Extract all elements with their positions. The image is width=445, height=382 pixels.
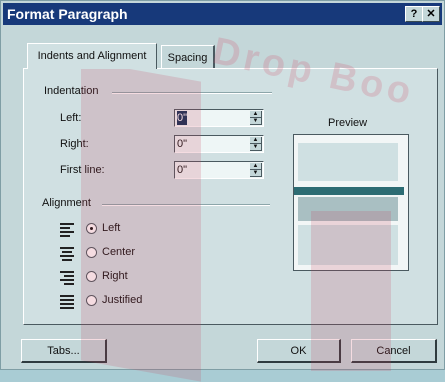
help-button[interactable]: ? bbox=[405, 6, 423, 22]
right-indent-input[interactable] bbox=[177, 137, 247, 151]
radio-label-justified: Justified bbox=[102, 294, 143, 306]
tab-label: Spacing bbox=[167, 52, 208, 64]
align-center-icon bbox=[60, 246, 74, 261]
preview-current-paragraph-lines bbox=[298, 197, 398, 221]
tab-indents-and-alignment[interactable]: Indents and Alignment bbox=[27, 43, 157, 69]
left-indent-spinner[interactable]: ▲ ▼ bbox=[174, 109, 264, 127]
tab-spacing[interactable]: Spacing bbox=[161, 45, 215, 69]
radio-justified[interactable] bbox=[86, 295, 97, 306]
radio-center[interactable] bbox=[86, 247, 97, 258]
spin-buttons[interactable]: ▲ ▼ bbox=[250, 111, 262, 125]
tabs-button[interactable]: Tabs... bbox=[21, 339, 107, 363]
indentation-heading: Indentation bbox=[44, 85, 99, 97]
spin-down-icon[interactable]: ▼ bbox=[250, 144, 262, 151]
title-bar: Format Paragraph ? ✕ bbox=[3, 3, 442, 25]
spin-buttons[interactable]: ▲ ▼ bbox=[250, 137, 262, 151]
first-line-label: First line: bbox=[60, 164, 105, 176]
radio-label-right: Right bbox=[102, 270, 128, 282]
right-label: Right: bbox=[60, 138, 89, 150]
preview-following-text bbox=[298, 225, 398, 265]
align-justify-icon bbox=[60, 294, 74, 309]
alignment-divider bbox=[102, 204, 270, 206]
cancel-button[interactable]: Cancel bbox=[351, 339, 437, 363]
left-indent-input[interactable] bbox=[177, 111, 187, 125]
preview-preceding-text bbox=[298, 143, 398, 181]
format-paragraph-dialog: Format Paragraph ? ✕ Indents and Alignme… bbox=[0, 0, 445, 382]
spin-up-icon[interactable]: ▲ bbox=[250, 137, 262, 144]
spin-down-icon[interactable]: ▼ bbox=[250, 170, 262, 177]
radio-left[interactable] bbox=[86, 223, 97, 234]
left-label: Left: bbox=[60, 112, 82, 124]
spin-up-icon[interactable]: ▲ bbox=[250, 111, 262, 118]
tab-label: Indents and Alignment bbox=[37, 50, 147, 62]
preview-current-paragraph bbox=[294, 187, 404, 195]
radio-label-left: Left bbox=[102, 222, 121, 234]
alignment-heading: Alignment bbox=[42, 197, 91, 209]
dialog-title: Format Paragraph bbox=[7, 6, 128, 22]
right-indent-spinner[interactable]: ▲ ▼ bbox=[174, 135, 264, 153]
radio-right[interactable] bbox=[86, 271, 97, 282]
spin-up-icon[interactable]: ▲ bbox=[250, 163, 262, 170]
preview-label: Preview bbox=[328, 117, 368, 129]
spin-buttons[interactable]: ▲ ▼ bbox=[250, 163, 262, 177]
first-line-spinner[interactable]: ▲ ▼ bbox=[174, 161, 264, 179]
first-line-input[interactable] bbox=[177, 163, 247, 177]
close-button[interactable]: ✕ bbox=[422, 6, 440, 22]
spin-down-icon[interactable]: ▼ bbox=[250, 118, 262, 125]
preview-box bbox=[293, 134, 409, 271]
radio-label-center: Center bbox=[102, 246, 136, 258]
ok-button[interactable]: OK bbox=[257, 339, 341, 363]
indentation-divider bbox=[112, 92, 272, 94]
align-right-icon bbox=[60, 270, 74, 285]
align-left-icon bbox=[60, 222, 74, 237]
